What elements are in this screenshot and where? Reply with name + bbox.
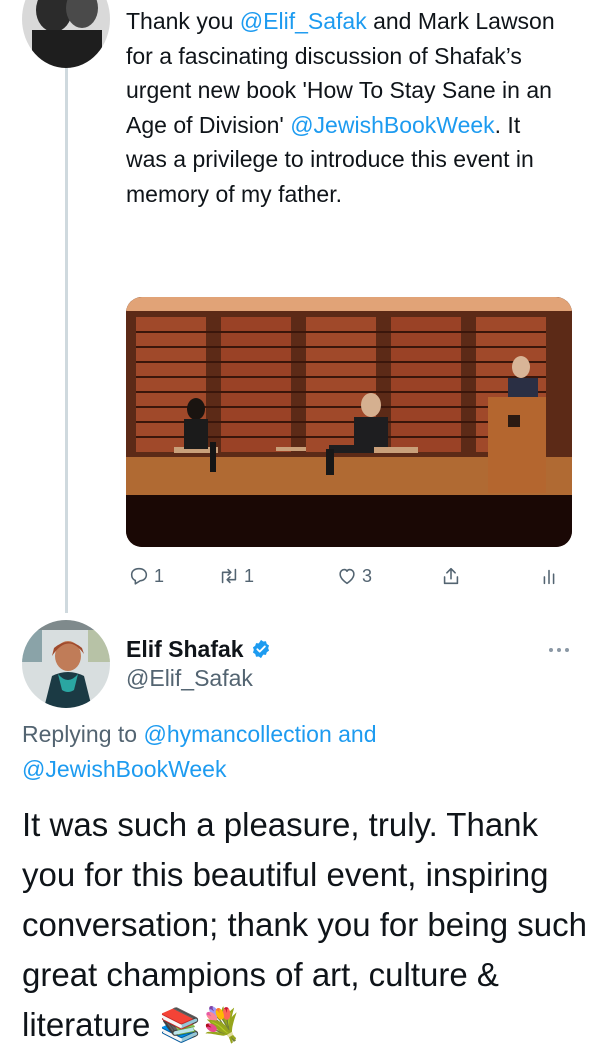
mention-link[interactable]: @JewishBookWeek xyxy=(22,756,226,782)
stage-photo xyxy=(126,297,572,547)
mention-link[interactable]: @hymancollection xyxy=(143,721,331,747)
replying-to: Replying to @hymancollection and @Jewish… xyxy=(22,717,582,787)
share-button[interactable] xyxy=(440,561,462,591)
elif-shafak-avatar[interactable] xyxy=(22,620,110,708)
tweet-text-part: Thank you xyxy=(126,8,240,34)
thread-connector-line xyxy=(65,68,68,613)
author-avatar-image xyxy=(22,0,110,68)
mention-link[interactable]: @Elif_Safak xyxy=(240,8,367,34)
elif-shafak-avatar-image xyxy=(22,620,110,708)
replying-to-and: and xyxy=(331,721,377,747)
like-count: 3 xyxy=(362,565,373,586)
reply-button[interactable]: 1 xyxy=(128,561,164,591)
more-icon[interactable] xyxy=(544,640,574,660)
analytics-icon xyxy=(543,569,555,585)
reply-count: 1 xyxy=(154,565,165,586)
like-button[interactable]: 3 xyxy=(336,561,372,591)
mention-link[interactable]: @JewishBookWeek xyxy=(290,112,494,138)
author-handle[interactable]: @Elif_Safak xyxy=(126,665,253,692)
retweet-count: 1 xyxy=(244,565,255,586)
analytics-button[interactable] xyxy=(538,561,560,591)
tweet-text: Thank you @Elif_Safak and Mark Lawson fo… xyxy=(126,4,566,211)
author-avatar[interactable] xyxy=(22,0,110,68)
retweet-icon xyxy=(221,568,237,584)
tweet-action-bar: 1 1 3 xyxy=(126,561,572,591)
like-icon xyxy=(339,568,355,585)
share-icon xyxy=(443,567,459,585)
display-name[interactable]: Elif Shafak xyxy=(126,636,244,663)
tweet-media-image[interactable] xyxy=(126,297,572,547)
retweet-button[interactable]: 1 xyxy=(218,561,254,591)
replying-to-prefix: Replying to xyxy=(22,721,144,747)
reply-tweet-text: It was such a pleasure, truly. Thank you… xyxy=(22,806,588,1043)
author-name-row[interactable]: Elif Shafak xyxy=(126,633,272,665)
verified-badge-icon xyxy=(252,639,269,659)
reply-icon xyxy=(130,567,148,585)
